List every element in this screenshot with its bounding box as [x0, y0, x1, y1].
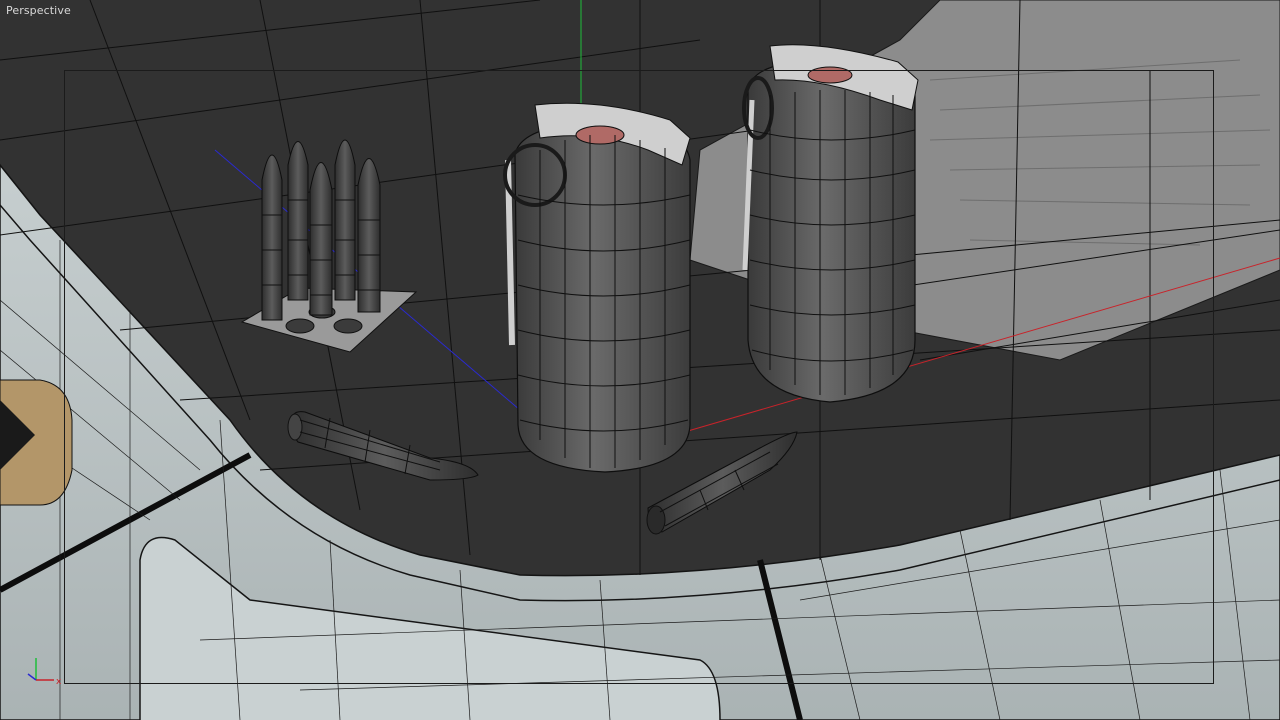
bullet-loose-left-base [287, 413, 303, 441]
gizmo-x-label: x [56, 677, 62, 687]
axis-gizmo: x [27, 658, 62, 687]
grenade-back[interactable] [742, 44, 919, 403]
gizmo-axis-z [27, 673, 37, 681]
grenade-front-fuse [575, 125, 625, 145]
viewport-perspective[interactable]: Perspective x [0, 0, 1280, 720]
grenade-back-fuse [807, 66, 853, 84]
viewport-label[interactable]: Perspective [6, 4, 71, 17]
grenade-front[interactable] [503, 102, 691, 473]
scene-render[interactable] [0, 0, 1280, 720]
